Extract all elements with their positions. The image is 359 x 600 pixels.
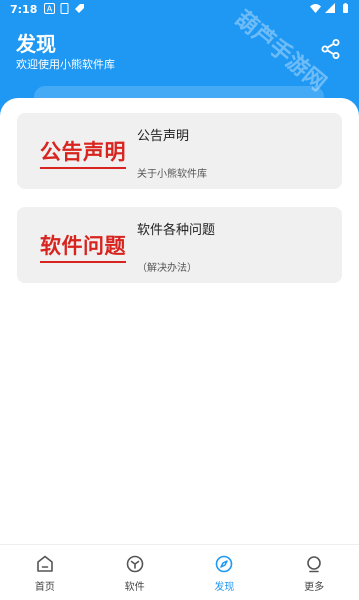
notification-tag-icon [75,4,84,13]
card-announcement[interactable]: 公告声明 公告声明 关于小熊软件库 [17,113,342,189]
nav-label: 发现 [214,582,235,593]
thumbnail-text: 公告声明 [40,136,126,169]
nav-label: 软件 [124,582,145,593]
card-title: 软件各种问题 [137,223,216,238]
nav-item-software[interactable]: 软件 [90,545,180,600]
notification-sim-icon [60,3,69,14]
status-bar: 7:18 A [0,0,359,20]
nav-item-home[interactable]: 首页 [0,545,90,600]
card-title: 公告声明 [137,129,190,144]
home-icon [37,555,53,572]
status-time: 7:18 [10,3,38,16]
svg-text:A: A [47,5,53,14]
card-subtitle: 关于小熊软件库 [137,169,207,180]
box-icon [126,555,143,573]
notification-a-icon: A [44,3,55,14]
nav-label: 首页 [34,582,55,593]
card-thumbnail: 软件问题 [27,225,139,267]
nav-item-more[interactable]: 更多 [269,545,359,600]
battery-icon [343,3,348,13]
signal-icon [325,3,335,13]
app-screen: 7:18 A 发现 欢迎使用小熊软件库 葫芦手游网 公告声明 公告声明 关于小熊… [0,0,359,600]
wifi-icon [310,4,321,13]
status-notification-icons: A [44,3,85,14]
thumbnail-text: 软件问题 [40,230,126,263]
more-icon [307,556,321,573]
nav-label: 更多 [304,582,325,593]
nav-item-discover[interactable]: 发现 [180,545,270,600]
card-software-issues[interactable]: 软件问题 软件各种问题 （解决办法） [17,207,342,283]
share-icon[interactable] [320,38,342,60]
card-subtitle: （解决办法） [137,263,197,274]
compass-icon [216,555,233,573]
card-thumbnail: 公告声明 [27,131,139,173]
status-system-icons [310,3,351,14]
bottom-nav: 首页 软件 发现 更多 [0,544,359,600]
page-title: 发现 [16,32,56,56]
page-subtitle: 欢迎使用小熊软件库 [16,58,115,71]
